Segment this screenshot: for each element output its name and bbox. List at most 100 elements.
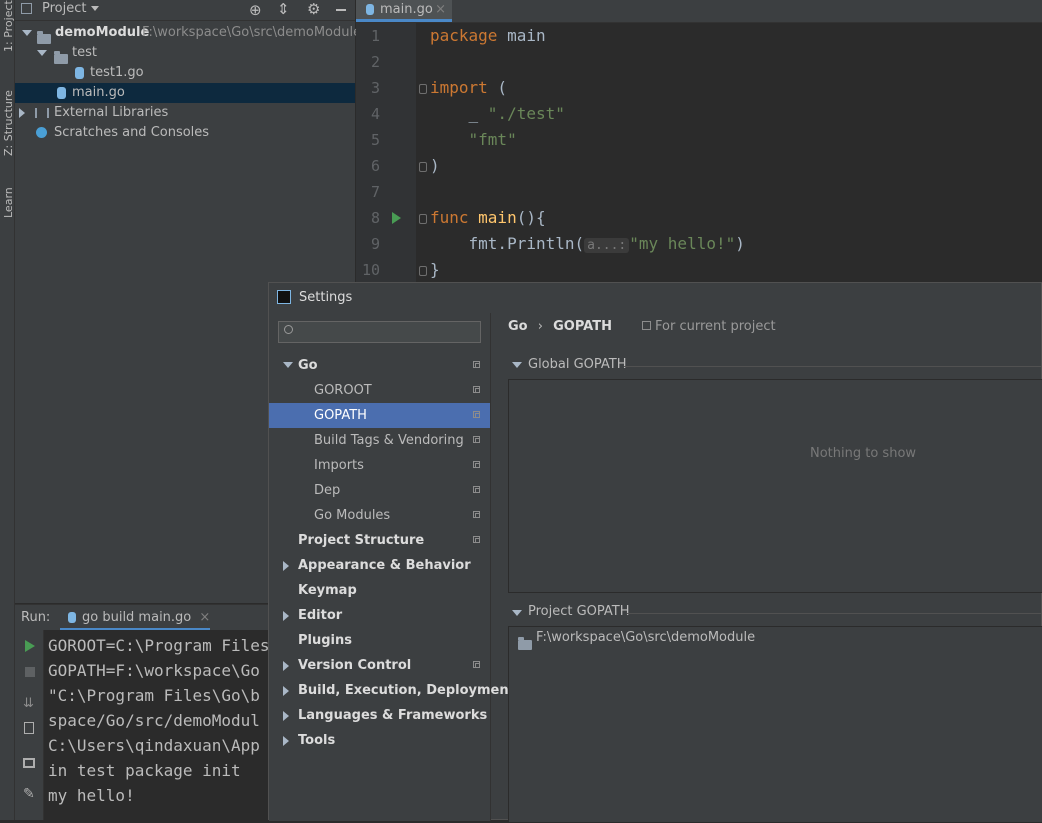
code-editor[interactable]: package main import ( _ "./test" "fmt" )… [430, 23, 1040, 283]
tree-item-demomodule[interactable]: demoModule F:\workspace\Go\src\demoModul… [15, 23, 361, 44]
code-line-9: fmt.Println(a...: "my hello!") [430, 234, 745, 253]
tab-structure[interactable]: Z: Structure [0, 88, 15, 168]
code-line-8: func main(){ [430, 208, 546, 227]
scroll-to-end-icon[interactable]: ⇊ [23, 696, 34, 711]
chevron-right-icon[interactable] [283, 686, 289, 696]
project-scope-icon [473, 461, 480, 468]
nav-item-go-modules[interactable]: Go Modules [269, 503, 490, 528]
project-scope-icon [473, 361, 480, 368]
search-icon [284, 325, 293, 334]
run-panel-header: Run: go build main.go × [15, 604, 268, 631]
breadcrumb-parent[interactable]: Go [508, 319, 528, 334]
nav-item-keymap[interactable]: Keymap [269, 578, 490, 603]
nav-item-project-structure[interactable]: Project Structure [269, 528, 490, 553]
chevron-down-icon[interactable] [91, 6, 99, 11]
console-line: C:\Users\qindaxuan\App [48, 736, 260, 755]
code-line-6: ) [430, 156, 440, 175]
project-gopath-list[interactable]: F:\workspace\Go\src\demoModule [508, 626, 1042, 823]
breadcrumb: Go › GOPATH [508, 319, 612, 334]
chevron-down-icon[interactable] [22, 30, 32, 36]
console-line: GOPATH=F:\workspace\Go [48, 661, 260, 680]
search-input[interactable] [278, 321, 481, 343]
go-file-icon [366, 4, 374, 15]
gear-icon[interactable]: ⚙ [307, 0, 320, 18]
chevron-down-icon[interactable] [37, 50, 47, 56]
layout-icon[interactable] [23, 758, 35, 768]
tab-main-go[interactable]: main.go × [356, 0, 452, 22]
chevron-down-icon[interactable] [512, 610, 522, 616]
go-file-icon [57, 87, 66, 99]
tree-item-test1-go[interactable]: test1.go [15, 63, 355, 83]
tab-learn-label: Learn [2, 187, 15, 218]
fold-icon[interactable] [419, 162, 427, 172]
nav-item-build-execution[interactable]: Build, Execution, Deployment [269, 678, 515, 703]
chevron-right-icon[interactable] [19, 108, 25, 118]
section-divider [627, 613, 1042, 614]
chevron-right-icon[interactable] [283, 611, 289, 621]
fold-icon[interactable] [419, 214, 427, 224]
nav-item-editor[interactable]: Editor [269, 603, 490, 628]
tree-item-label: test1.go [90, 65, 144, 80]
folder-icon [37, 30, 51, 44]
nav-item-version-control[interactable]: Version Control [269, 653, 490, 678]
tab-learn[interactable]: Learn [0, 187, 15, 228]
dialog-title-bar[interactable]: Settings [269, 283, 1042, 312]
run-tab[interactable]: go build main.go × [68, 610, 210, 625]
breadcrumb-current: GOPATH [553, 319, 612, 334]
tree-item-scratches[interactable]: Scratches and Consoles [15, 123, 355, 143]
close-icon[interactable]: × [199, 610, 210, 625]
run-console[interactable]: GOROOT=C:\Program Files GOPATH=F:\worksp… [44, 630, 268, 820]
run-gutter-icon[interactable] [392, 212, 401, 224]
tab-project[interactable]: 1: Project [0, 0, 15, 62]
project-scope-icon [473, 486, 480, 493]
nav-item-go[interactable]: Go [269, 353, 490, 378]
console-line: "C:\Program Files\Go\b [48, 686, 260, 705]
nav-item-dep[interactable]: Dep [269, 478, 490, 503]
project-panel-title[interactable]: Project [42, 1, 86, 16]
line-number: 10 [361, 261, 380, 279]
chevron-right-icon[interactable] [283, 661, 289, 671]
chevron-right-icon[interactable] [283, 711, 289, 721]
tree-item-test[interactable]: test [15, 43, 355, 64]
collapse-all-icon[interactable]: ⇕ [277, 0, 290, 18]
fold-icon[interactable] [419, 84, 427, 94]
code-line-5: "fmt" [430, 130, 517, 149]
project-scope-icon [473, 661, 480, 668]
rerun-icon[interactable] [25, 640, 35, 652]
nav-item-languages[interactable]: Languages & Frameworks [269, 703, 490, 728]
global-gopath-list[interactable]: Nothing to show [508, 379, 1042, 593]
code-line-3: import ( [430, 78, 508, 97]
pin-icon[interactable]: ✎ [23, 786, 35, 802]
editor-tab-bar: main.go × [356, 0, 1042, 23]
nav-item-plugins[interactable]: Plugins [269, 628, 490, 653]
stop-icon[interactable] [25, 667, 35, 677]
project-scope-icon [642, 321, 651, 330]
chevron-down-icon[interactable] [512, 362, 522, 368]
project-view-icon [21, 3, 32, 14]
nav-item-goroot[interactable]: GOROOT [269, 378, 490, 403]
chevron-right-icon[interactable] [283, 736, 289, 746]
project-scope-icon [473, 411, 480, 418]
folder-icon [518, 636, 532, 650]
line-number: 8 [370, 209, 380, 227]
chevron-down-icon[interactable] [283, 362, 293, 368]
hide-icon[interactable] [336, 9, 346, 11]
nav-item-imports[interactable]: Imports [269, 453, 490, 478]
nav-item-appearance[interactable]: Appearance & Behavior [269, 553, 490, 578]
locate-icon[interactable]: ⊕ [249, 1, 262, 19]
app-logo-icon [277, 290, 291, 304]
nav-item-gopath[interactable]: GOPATH [269, 403, 490, 428]
nav-item-tools[interactable]: Tools [269, 728, 490, 753]
tree-item-external-libraries[interactable]: External Libraries [15, 103, 355, 123]
tree-item-main-go[interactable]: main.go [15, 83, 355, 103]
fold-icon[interactable] [419, 266, 427, 276]
close-icon[interactable]: × [435, 0, 446, 20]
breadcrumb-separator: › [537, 319, 543, 334]
trash-icon[interactable] [24, 722, 34, 734]
settings-content: Go › GOPATH For current project Global G… [491, 313, 1042, 823]
chevron-right-icon[interactable] [283, 561, 289, 571]
console-line: in test package init [48, 761, 241, 780]
nav-item-build-tags[interactable]: Build Tags & Vendoring [269, 428, 490, 453]
go-file-icon [75, 67, 84, 79]
list-item[interactable]: F:\workspace\Go\src\demoModule [509, 627, 1042, 650]
